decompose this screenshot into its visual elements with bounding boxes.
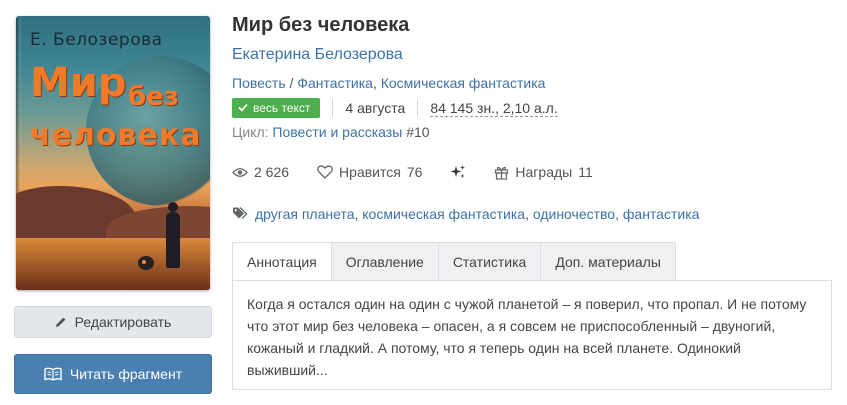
- likes-count: 76: [406, 164, 423, 180]
- cover-person: [166, 202, 180, 268]
- form-link[interactable]: Повесть: [232, 75, 286, 91]
- series-label: Цикл:: [232, 124, 269, 140]
- tab-annotation[interactable]: Аннотация: [232, 242, 332, 281]
- edit-button-label: Редактировать: [74, 314, 172, 330]
- book-cover[interactable]: Е. Белозерова Мир без человека: [16, 16, 210, 290]
- genre-comma: ,: [372, 75, 381, 91]
- cover-title-line1: Мир: [30, 60, 127, 106]
- gift-icon: [494, 165, 509, 180]
- series-link[interactable]: Повести и рассказы: [272, 124, 402, 140]
- publish-date: 4 августа: [345, 100, 406, 116]
- tags-line: другая планета, космическая фантастика, …: [232, 204, 699, 224]
- tab-contents[interactable]: Оглавление: [331, 242, 439, 281]
- like-button[interactable]: Нравится 76: [317, 164, 422, 180]
- cover-title-line2: без: [128, 82, 179, 112]
- likes-label: Нравится: [339, 164, 401, 180]
- check-icon: [238, 101, 248, 115]
- book-title: Мир без человека: [232, 14, 410, 36]
- series-number: #10: [406, 124, 430, 140]
- tag-link[interactable]: другая планета: [255, 206, 354, 222]
- tag-link[interactable]: одиночество: [533, 206, 615, 222]
- cover-robot: [138, 256, 154, 270]
- tag-comma: ,: [525, 206, 533, 222]
- tag-icon: [232, 206, 249, 223]
- genre-link[interactable]: Фантастика: [297, 75, 373, 91]
- stats-bar: 2 626 Нравится 76 Награды 11: [232, 162, 621, 182]
- tab-extra-materials[interactable]: Доп. материалы: [541, 242, 676, 281]
- divider: [417, 99, 419, 117]
- cover-author: Е. Белозерова: [30, 30, 163, 50]
- open-book-icon: [44, 367, 62, 381]
- annotation-text: Когда я остался один на один с чужой пла…: [232, 280, 832, 390]
- heart-icon: [317, 165, 333, 179]
- genres-separator: /: [285, 75, 298, 91]
- awards-button[interactable]: Награды 11: [494, 164, 593, 180]
- tab-statistics[interactable]: Статистика: [438, 242, 542, 281]
- tags-list: другая планета, космическая фантастика, …: [255, 206, 699, 222]
- tab-bar: Аннотация Оглавление Статистика Доп. мат…: [232, 242, 676, 281]
- genre-link[interactable]: Космическая фантастика: [381, 75, 546, 91]
- divider: [332, 99, 334, 117]
- eye-icon: [232, 167, 248, 178]
- genres-line: Повесть / Фантастика, Космическая фантас…: [232, 75, 545, 91]
- author-link[interactable]: Екатерина Белозерова: [232, 46, 403, 64]
- tag-link[interactable]: фантастика: [623, 206, 700, 222]
- awards-count: 11: [578, 164, 593, 180]
- tag-link[interactable]: космическая фантастика: [362, 206, 525, 222]
- sparkles-icon: [450, 164, 466, 180]
- awards-label: Награды: [515, 164, 573, 180]
- sparkles-button[interactable]: [450, 164, 466, 180]
- views-count: 2 626: [254, 164, 290, 180]
- views-stat: 2 626: [232, 164, 289, 180]
- status-badge[interactable]: весь текст: [232, 98, 321, 118]
- series-line: Цикл: Повести и рассказы #10: [232, 124, 430, 140]
- cover-ground: [16, 238, 210, 290]
- book-size[interactable]: 84 145 зн., 2,10 а.л.: [430, 100, 558, 117]
- status-badge-label: весь текст: [253, 101, 311, 115]
- tag-comma: ,: [615, 206, 623, 222]
- read-fragment-button[interactable]: Читать фрагмент: [14, 354, 212, 394]
- edit-button[interactable]: Редактировать: [14, 306, 212, 338]
- pencil-icon: [55, 316, 67, 328]
- cover-title-line3: человека: [30, 118, 202, 153]
- meta-line: весь текст 4 августа 84 145 зн., 2,10 а.…: [232, 97, 558, 119]
- read-fragment-label: Читать фрагмент: [69, 366, 183, 382]
